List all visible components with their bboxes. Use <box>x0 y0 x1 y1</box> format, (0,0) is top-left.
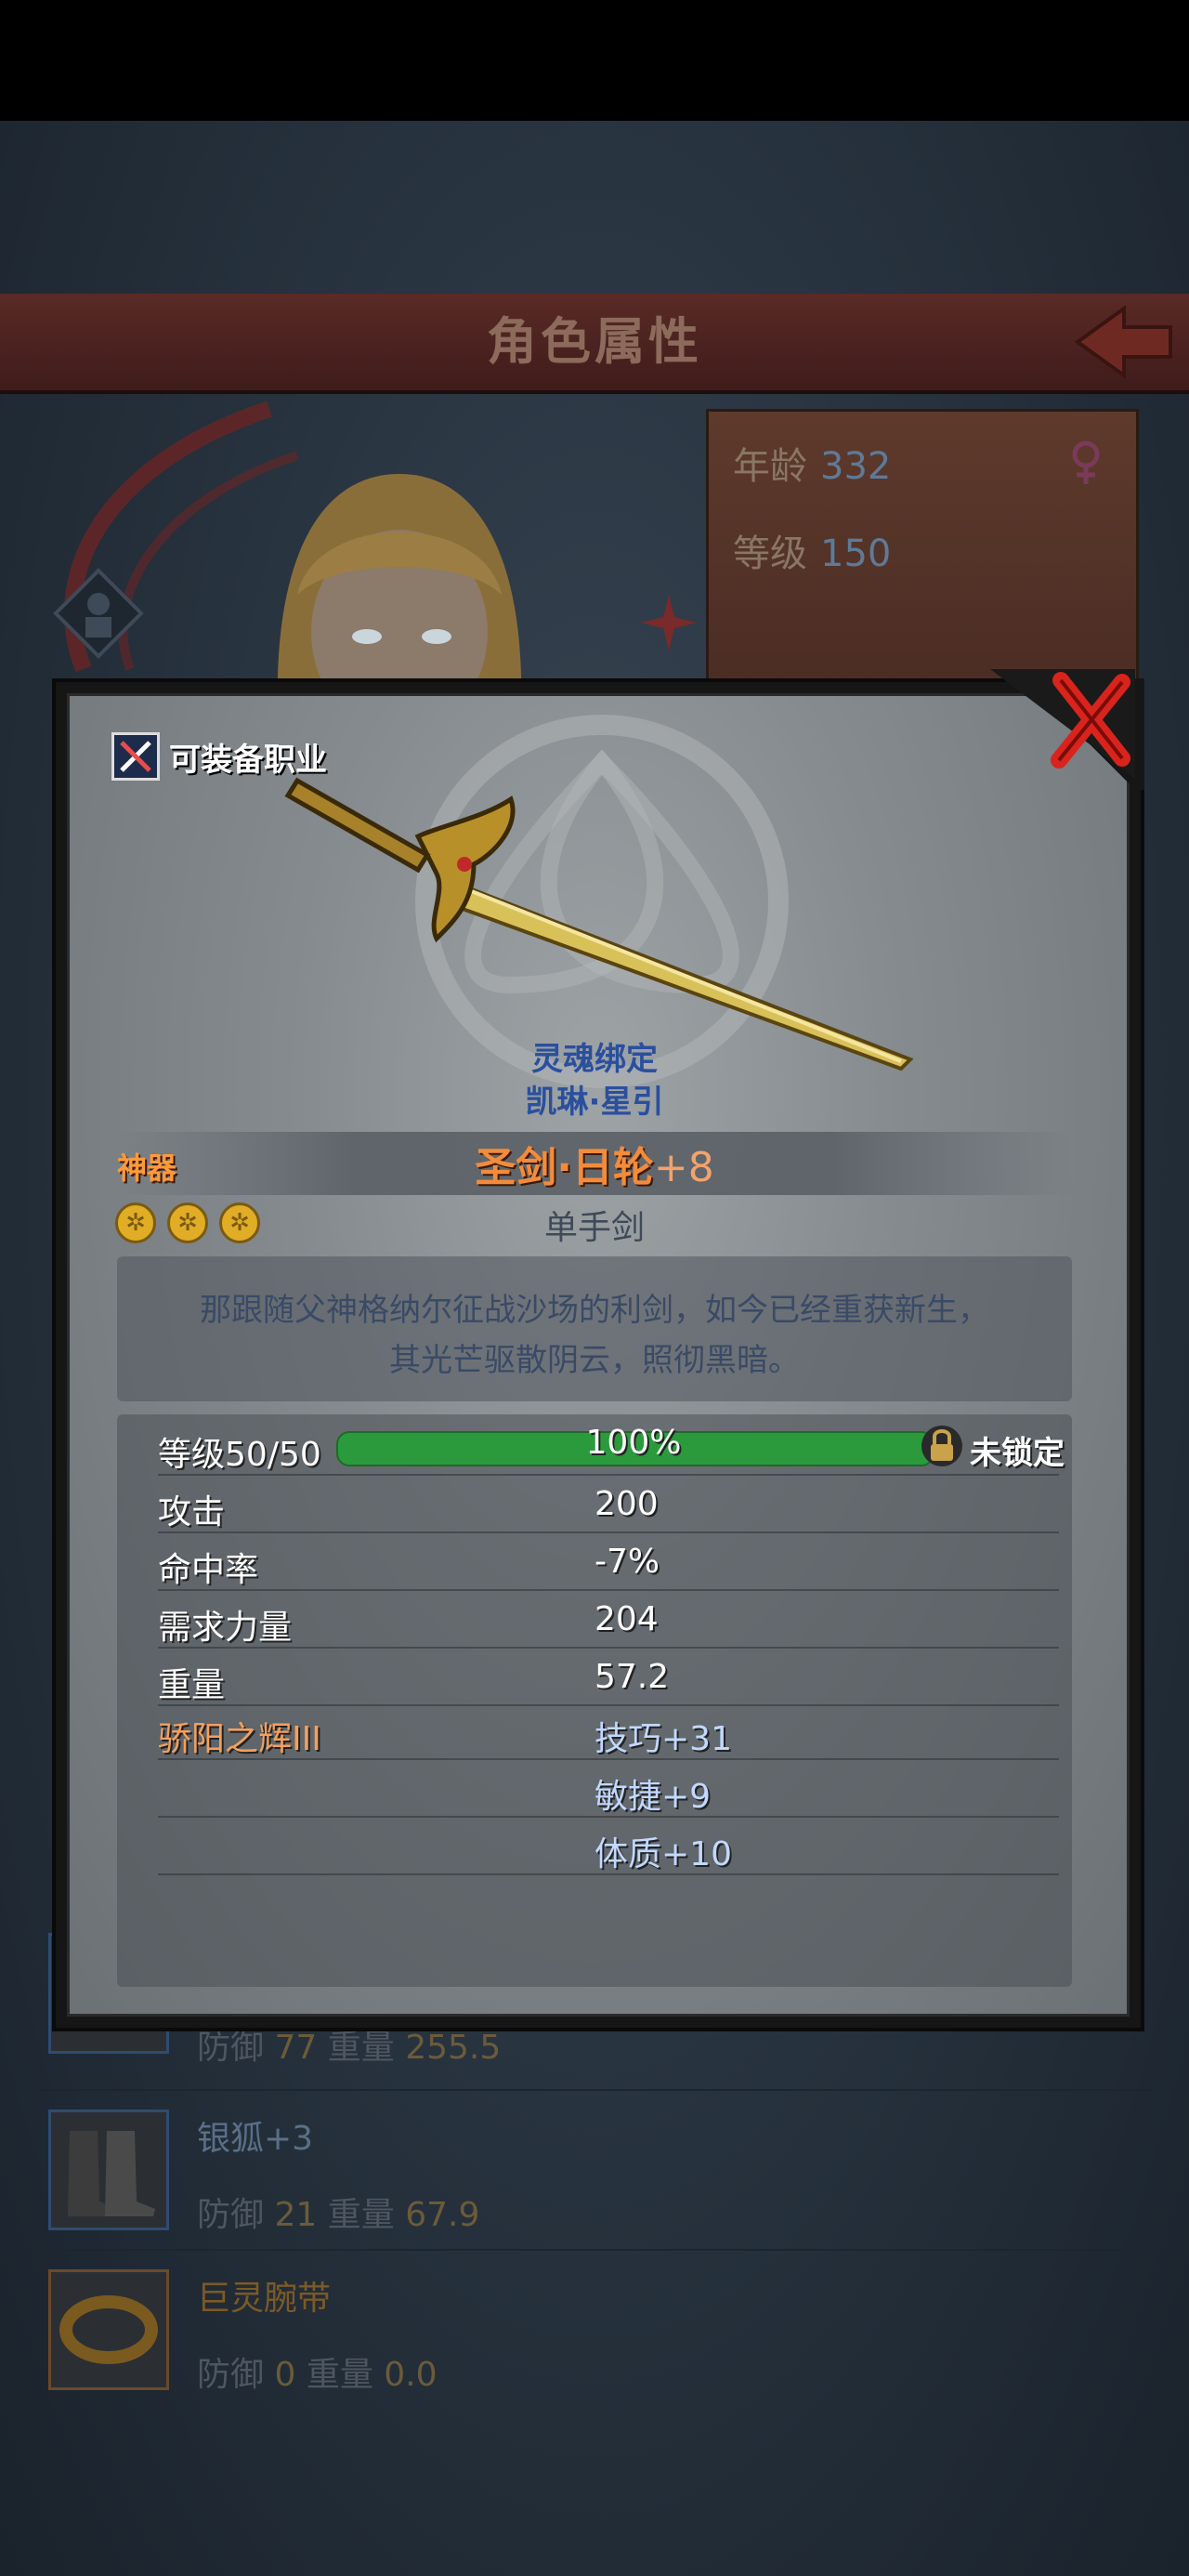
stat-value: 57.2 <box>594 1658 670 1696</box>
class-icon <box>111 732 160 781</box>
weapon-type: 单手剑 <box>543 1209 645 1247</box>
stat-label: 命中率 <box>158 1551 259 1589</box>
sparkle-icon <box>641 595 697 651</box>
stat-row-enchant: 骄阳之辉III 技巧+31 <box>158 1704 1059 1760</box>
list-item-stats: 防御 21 重量 67.9 <box>197 2188 479 2236</box>
lock-status[interactable]: 未锁定 <box>970 1427 1065 1473</box>
level-label: 等级 <box>733 532 807 575</box>
list-item-name: 巨灵腕带 <box>197 2280 332 2318</box>
stat-row-enchant: 敏捷+9 <box>158 1762 1059 1818</box>
equippable-class[interactable]: 可装备职业 <box>111 729 327 784</box>
boots-icon <box>48 2109 169 2230</box>
page-title: 角色属性 <box>487 312 702 371</box>
stat-row-strength-req: 需求力量 204 <box>158 1593 1059 1649</box>
stat-value: 200 <box>594 1485 659 1523</box>
stat-row-weight: 重量 57.2 <box>158 1650 1059 1706</box>
level-value: 150 <box>820 532 892 575</box>
weight-label: 重量 <box>306 2356 373 2394</box>
defense-value: 0 <box>274 2356 296 2394</box>
weight-label: 重量 <box>327 2029 395 2067</box>
weight-value: 255.5 <box>405 2029 502 2067</box>
character-stats-card: 年龄 332 等级 150 <box>706 409 1139 703</box>
level-row: 等级 150 <box>733 523 891 577</box>
divider <box>37 2249 1152 2251</box>
stat-label: 攻击 <box>158 1493 226 1531</box>
age-row: 年龄 332 <box>733 436 891 490</box>
item-name-text: 圣剑·日轮 <box>475 1144 654 1191</box>
level-percent: 100% <box>585 1424 682 1462</box>
item-plus: +8 <box>653 1144 714 1191</box>
close-icon[interactable] <box>990 669 1135 779</box>
divider <box>37 2089 1152 2091</box>
character-slot-icon[interactable] <box>52 567 145 660</box>
age-value: 332 <box>820 445 892 488</box>
bracer-icon <box>48 2269 169 2390</box>
enchant-bonus: 体质+10 <box>594 1835 732 1873</box>
level-label: 等级50/50 <box>158 1436 321 1474</box>
list-item[interactable]: 银狐+3 防御 21 重量 67.9 <box>0 2108 1189 2266</box>
weight-label: 重量 <box>327 2196 395 2234</box>
stat-label: 需求力量 <box>158 1609 293 1647</box>
item-name: 圣剑·日轮+8 <box>0 1134 1189 1193</box>
defense-value: 21 <box>274 2196 318 2234</box>
list-item[interactable]: 巨灵腕带 防御 0 重量 0.0 <box>0 2267 1189 2425</box>
stat-row-hit-rate: 命中率 -7% <box>158 1535 1059 1591</box>
bind-owner: 凯琳·星引 <box>525 1084 664 1121</box>
lock-icon[interactable] <box>920 1422 964 1468</box>
stat-row-attack: 攻击 200 <box>158 1478 1059 1533</box>
female-icon <box>1072 440 1100 484</box>
stat-label: 重量 <box>158 1666 226 1704</box>
bind-status: 灵魂绑定 <box>531 1041 658 1078</box>
weight-value: 67.9 <box>405 2196 480 2234</box>
enchant-name: 骄阳之辉III <box>158 1720 321 1758</box>
weight-value: 0.0 <box>384 2356 438 2394</box>
stat-value: 204 <box>594 1600 659 1638</box>
stat-value: -7% <box>594 1543 660 1581</box>
defense-label: 防御 <box>197 2196 265 2234</box>
enchant-bonus: 敏捷+9 <box>594 1778 712 1816</box>
defense-label: 防御 <box>197 2356 265 2394</box>
age-label: 年龄 <box>733 445 807 488</box>
description-line-1: 那跟随父神格纳尔征战沙场的利剑，如今已经重获新生， <box>200 1292 989 1329</box>
list-item-name: 银狐+3 <box>197 2120 314 2158</box>
description-line-2: 其光芒驱散阴云，照彻黑暗。 <box>389 1342 800 1379</box>
back-arrow-icon[interactable] <box>1068 299 1180 385</box>
defense-value: 77 <box>274 2029 318 2067</box>
class-label: 可装备职业 <box>169 741 327 779</box>
header-bar: 角色属性 <box>0 294 1189 394</box>
defense-label: 防御 <box>197 2029 265 2067</box>
enchant-bonus: 技巧+31 <box>594 1720 732 1758</box>
list-item-stats: 防御 0 重量 0.0 <box>197 2347 438 2396</box>
stat-row-enchant: 体质+10 <box>158 1820 1059 1875</box>
